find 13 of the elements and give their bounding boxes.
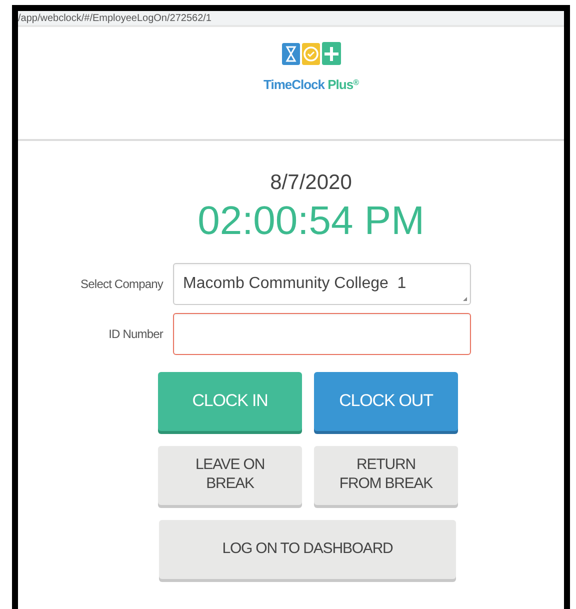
field-label: Select Company xyxy=(80,276,163,292)
resize-grip-icon xyxy=(463,296,467,300)
date-text: 8/7/2020 xyxy=(270,170,352,196)
break-button[interactable]: RETURN FROM BREAK xyxy=(314,446,458,504)
logo-icon xyxy=(282,41,340,67)
time-text: 02:00:54 PM xyxy=(198,198,424,242)
id-number-field[interactable] xyxy=(173,312,471,354)
logo-wordmark: TimeClock Plus$^{®}$ xyxy=(264,76,358,94)
dashboard-button[interactable]: LOG ON TO DASHBOARD xyxy=(159,520,456,578)
field-label: ID Number xyxy=(108,326,163,342)
break-button[interactable]: LEAVE ON BREAK xyxy=(158,446,302,504)
url-text: /app/webclock/#/EmployeeLogOn/272562/1 xyxy=(18,13,212,25)
company-select[interactable]: Macomb Community College 1 xyxy=(173,262,471,304)
